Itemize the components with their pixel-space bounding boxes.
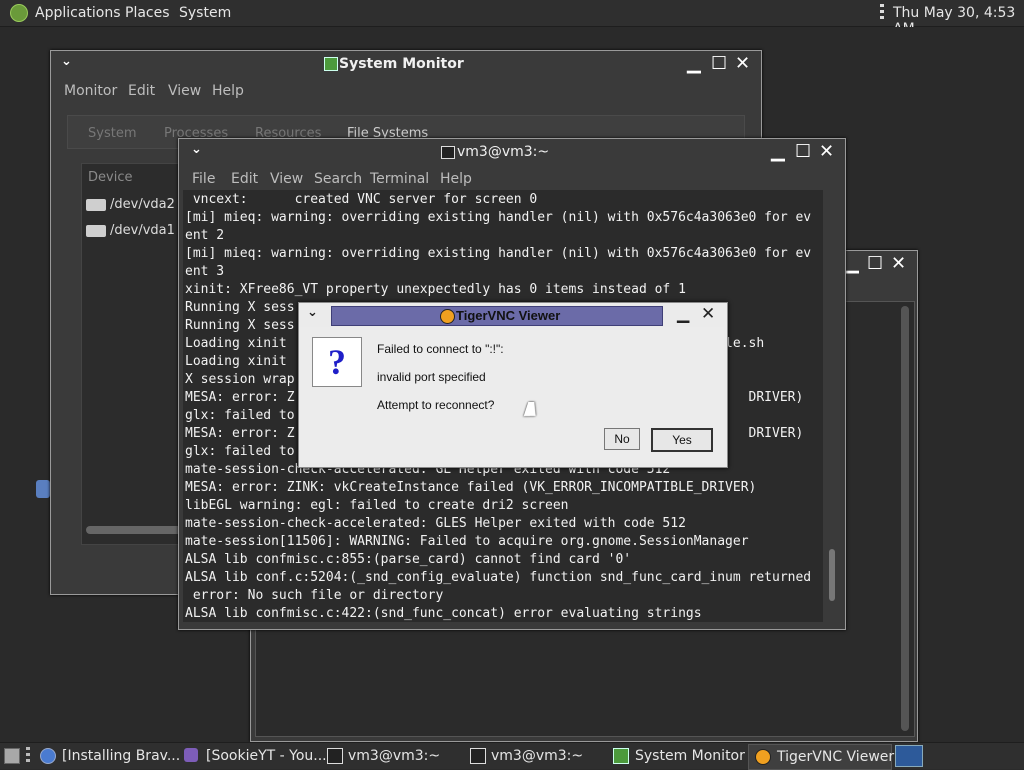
minimize-icon[interactable]: ▁: [677, 304, 689, 323]
minimize-icon[interactable]: ▁: [845, 253, 859, 274]
task-sookieyt[interactable]: [SookieYT - You...: [206, 748, 327, 764]
terminal-line: vncext: created VNC server for screen 0: [185, 192, 538, 207]
question-glyph: ?: [328, 342, 346, 382]
task-terminal-1[interactable]: vm3@vm3:~: [348, 748, 440, 764]
taskbar: [Installing Brav... [SookieYT - You... v…: [0, 742, 1024, 770]
terminal-line: Loading xinit: [185, 354, 287, 369]
terminal-icon[interactable]: [327, 748, 343, 764]
desktop-icon-partial[interactable]: [36, 480, 50, 498]
window-title: System Monitor: [339, 56, 464, 72]
top-panel: Applications Places System Thu May 30, 4…: [0, 0, 1024, 37]
minimize-icon[interactable]: ▁: [687, 53, 701, 74]
menu-terminal[interactable]: Terminal: [370, 171, 429, 187]
terminal-icon: [441, 146, 455, 159]
task-installing-brave[interactable]: [Installing Brav...: [62, 748, 180, 764]
terminal-line: ALSA lib confmisc.c:422:(snd_func_concat…: [185, 606, 702, 621]
dialog-body: ? Failed to connect to ":!": invalid por…: [300, 327, 724, 463]
scrollbar[interactable]: [901, 306, 909, 731]
menu-monitor[interactable]: Monitor: [64, 83, 117, 99]
terminal-line: Running X sess: [185, 300, 295, 315]
terminal-line: X session wrap: [185, 372, 295, 387]
system-monitor-icon: [324, 57, 338, 71]
dialog-message-1: Failed to connect to ":!":: [377, 342, 504, 356]
maximize-icon[interactable]: ☐: [867, 253, 883, 274]
window-menu-chevron-icon[interactable]: ⌄: [307, 305, 318, 320]
dialog-message-2: invalid port specified: [377, 370, 486, 384]
maximize-icon[interactable]: ☐: [711, 53, 727, 74]
task-tigervnc: TigerVNC Viewer: [777, 749, 895, 765]
task-terminal-2[interactable]: vm3@vm3:~: [491, 748, 583, 764]
titlebar[interactable]: ⌄ System Monitor ▁ ☐ ✕: [51, 51, 761, 76]
terminal-line: xinit: XFree86_VT property unexpectedly …: [185, 282, 686, 297]
task-tigervnc-active[interactable]: TigerVNC Viewer: [748, 744, 895, 770]
terminal-line: libEGL warning: egl: failed to create dr…: [185, 498, 569, 513]
terminal-line: [mi] mieq: warning: overriding existing …: [185, 210, 812, 225]
menu-view[interactable]: View: [270, 171, 303, 187]
drive-icon: [86, 199, 106, 211]
close-icon[interactable]: ✕: [701, 304, 715, 324]
terminal-line: error: No such file or directory: [185, 588, 444, 603]
terminal-scrollbar[interactable]: [829, 549, 835, 601]
window-menu-chevron-icon[interactable]: ⌄: [61, 54, 72, 69]
terminal-line: ALSA lib conf.c:5204:(_snd_config_evalua…: [185, 570, 812, 585]
question-icon: ?: [312, 337, 362, 387]
browser-tab-icon[interactable]: [184, 748, 198, 762]
terminal-line: glx: failed to: [185, 444, 295, 459]
terminal-line: ent 2: [185, 228, 225, 243]
menu-help[interactable]: Help: [212, 83, 244, 99]
dialog-title: TigerVNC Viewer: [456, 308, 561, 323]
task-system-monitor[interactable]: System Monitor: [635, 748, 745, 764]
terminal-line: [mi] mieq: warning: overriding existing …: [185, 246, 812, 261]
terminal-line: Running X sess: [185, 318, 295, 333]
window-menu-chevron-icon[interactable]: ⌄: [191, 142, 202, 157]
terminal-icon[interactable]: [470, 748, 486, 764]
dialog-message-3: Attempt to reconnect?: [377, 398, 495, 412]
drive-icon: [86, 225, 106, 237]
distro-logo-icon[interactable]: [10, 4, 28, 22]
panel-handle-icon[interactable]: [880, 4, 884, 22]
no-button[interactable]: No: [604, 428, 640, 450]
menu-edit[interactable]: Edit: [231, 171, 258, 187]
menu-applications[interactable]: Applications: [35, 5, 121, 21]
device-name: /dev/vda1: [110, 223, 175, 238]
system-monitor-icon[interactable]: [613, 748, 629, 764]
window-title: vm3@vm3:~: [457, 144, 550, 160]
column-header-device[interactable]: Device: [88, 170, 132, 185]
terminal-line: ent 3: [185, 264, 225, 279]
menu-edit[interactable]: Edit: [128, 83, 155, 99]
menu-places[interactable]: Places: [125, 5, 170, 21]
menu-system[interactable]: System: [179, 5, 231, 21]
close-icon[interactable]: ✕: [735, 53, 750, 74]
terminal-line: mate-session[11506]: WARNING: Failed to …: [185, 534, 749, 549]
close-icon[interactable]: ✕: [819, 141, 834, 162]
menu-file[interactable]: File: [192, 171, 215, 187]
dialog-titlebar[interactable]: TigerVNC Viewer: [331, 306, 663, 326]
minimize-icon[interactable]: ▁: [771, 141, 785, 162]
tigervnc-logo-icon: [440, 309, 455, 324]
workspace-switcher-icon[interactable]: [895, 745, 923, 767]
menu-search[interactable]: Search: [314, 171, 362, 187]
device-name: /dev/vda2: [110, 197, 175, 212]
menu-help[interactable]: Help: [440, 171, 472, 187]
maximize-icon[interactable]: ☐: [795, 141, 811, 162]
tigervnc-dialog[interactable]: ⌄ TigerVNC Viewer ▁ ✕ ? Failed to connec…: [298, 302, 728, 468]
terminal-line: mate-session-check-accelerated: GLES Hel…: [185, 516, 686, 531]
browser-icon[interactable]: [40, 748, 56, 764]
show-desktop-icon[interactable]: [4, 748, 20, 764]
terminal-line: glx: failed to: [185, 408, 295, 423]
yes-button[interactable]: Yes: [651, 428, 713, 452]
tab-system[interactable]: System: [88, 126, 136, 141]
menu-view[interactable]: View: [168, 83, 201, 99]
tigervnc-logo-icon: [755, 749, 771, 765]
terminal-line: MESA: error: ZINK: vkCreateInstance fail…: [185, 480, 757, 495]
separator-icon: [26, 747, 30, 765]
terminal-line: ALSA lib confmisc.c:855:(parse_card) can…: [185, 552, 632, 567]
mouse-cursor-icon: [523, 402, 541, 416]
close-icon[interactable]: ✕: [891, 253, 906, 274]
titlebar[interactable]: ⌄ vm3@vm3:~ ▁ ☐ ✕: [179, 139, 845, 164]
